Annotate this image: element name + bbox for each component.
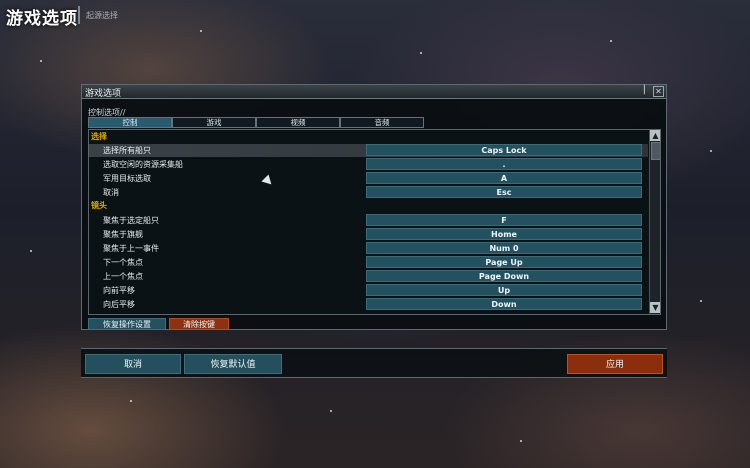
binding-key[interactable]: Caps Lock (366, 144, 642, 156)
star (700, 300, 702, 302)
binding-action: 向前平移 (103, 286, 135, 295)
star (610, 40, 612, 42)
title-divider (78, 6, 80, 24)
restore-defaults-button[interactable]: 恢复默认值 (184, 354, 282, 374)
keybinding-list: 选择 选择所有船只 Caps Lock 选取空闲的资源采集船 . 军用目标选取 … (88, 129, 661, 315)
binding-row[interactable]: 选取空闲的资源采集船 . (89, 158, 648, 171)
dialog-titlebar: 游戏选项 | ✕ (82, 84, 666, 99)
scroll-thumb[interactable] (651, 142, 660, 160)
binding-row[interactable]: 向前平移 Up (89, 284, 648, 297)
binding-row[interactable]: 上一个焦点 Page Down (89, 270, 648, 283)
page-title: 游戏选项 (6, 9, 78, 29)
binding-row[interactable]: 聚焦于旗舰 Home (89, 228, 648, 241)
dialog-title: 游戏选项 (85, 89, 122, 99)
star (30, 250, 32, 252)
binding-action: 向后平移 (103, 300, 135, 309)
binding-row[interactable]: 向后平移 Down (89, 298, 648, 311)
binding-action: 取消 (103, 188, 119, 197)
star (130, 400, 132, 402)
binding-row[interactable]: 选择所有船只 Caps Lock (89, 144, 648, 157)
close-icon[interactable]: ✕ (653, 86, 664, 97)
star (520, 440, 522, 442)
star (40, 60, 42, 62)
group-header-row: 选择 (89, 131, 648, 144)
binding-row[interactable]: 取消 Esc (89, 186, 648, 199)
apply-button[interactable]: 应用 (567, 354, 663, 374)
scrollbar[interactable]: ▲ ▼ (649, 130, 660, 314)
binding-row[interactable]: 聚焦于上一事件 Num 0 (89, 242, 648, 255)
game-options-dialog: 游戏选项 | ✕ 控制选项// 控制 游戏 视频 音频 选择 选择所有船只 Ca… (81, 84, 667, 330)
binding-key[interactable]: Esc (366, 186, 642, 198)
dialog-title-suffix: | (642, 84, 646, 95)
tab-audio[interactable]: 音频 (340, 117, 424, 128)
tab-video[interactable]: 视频 (256, 117, 340, 128)
binding-key[interactable]: Num 0 (366, 242, 642, 254)
binding-action: 选择所有船只 (103, 146, 151, 155)
binding-key[interactable]: A (366, 172, 642, 184)
star (420, 52, 422, 54)
group-header-camera: 镜头 (91, 201, 107, 210)
binding-key[interactable]: F (366, 214, 642, 226)
binding-action: 上一个焦点 (103, 272, 143, 281)
scroll-up-icon[interactable]: ▲ (650, 130, 660, 141)
binding-action: 下一个焦点 (103, 258, 143, 267)
clear-binding-button[interactable]: 清除按键 (169, 318, 229, 330)
binding-action: 选取空闲的资源采集船 (103, 160, 183, 169)
cancel-button[interactable]: 取消 (85, 354, 181, 374)
binding-row[interactable]: 军用目标选取 A (89, 172, 648, 185)
binding-row[interactable]: 下一个焦点 Page Up (89, 256, 648, 269)
binding-key[interactable]: . (366, 158, 642, 170)
binding-row[interactable]: 聚焦于选定船只 F (89, 214, 648, 227)
star (710, 150, 712, 152)
scroll-down-icon[interactable]: ▼ (650, 302, 660, 313)
restore-controls-button[interactable]: 恢复操作设置 (88, 318, 166, 330)
tab-controls[interactable]: 控制 (88, 117, 172, 128)
binding-action: 聚焦于旗舰 (103, 230, 143, 239)
binding-action: 聚焦于选定船只 (103, 216, 159, 225)
binding-action: 聚焦于上一事件 (103, 244, 159, 253)
binding-key[interactable]: Page Up (366, 256, 642, 268)
group-header-selection: 选择 (91, 132, 107, 141)
group-header-row: 镜头 (89, 200, 648, 213)
binding-key[interactable]: Down (366, 298, 642, 310)
page-subtitle: 起源选择 (86, 11, 118, 20)
binding-key[interactable]: Page Down (366, 270, 642, 282)
footer-bar: 取消 恢复默认值 应用 (81, 348, 667, 378)
star (200, 30, 202, 32)
binding-key[interactable]: Home (366, 228, 642, 240)
star (330, 410, 332, 412)
binding-action: 军用目标选取 (103, 174, 151, 183)
binding-key[interactable]: Up (366, 284, 642, 296)
tab-game[interactable]: 游戏 (172, 117, 256, 128)
